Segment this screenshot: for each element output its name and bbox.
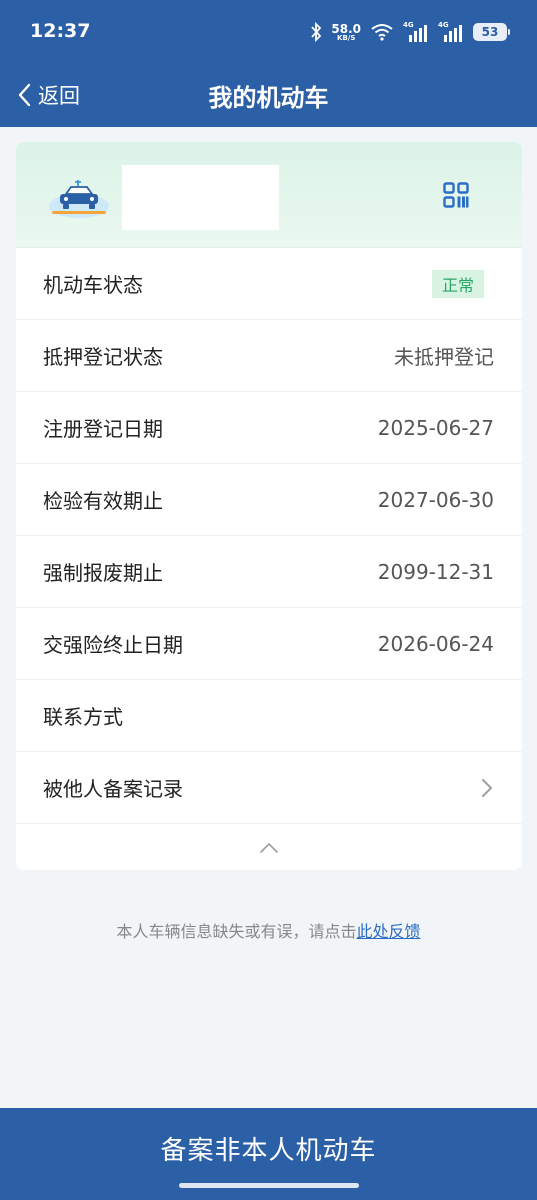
- register-other-vehicle-button[interactable]: 备案非本人机动车: [0, 1108, 537, 1200]
- row-label: 交强险终止日期: [43, 633, 183, 657]
- row-value: 2025-06-27: [377, 415, 494, 440]
- feedback-text: 本人车辆信息缺失或有误，请点击此处反馈: [0, 918, 537, 942]
- chevron-up-icon: [260, 842, 278, 853]
- row-mortgage-status: 抵押登记状态 未抵押登记: [16, 320, 522, 392]
- network-speed: 58.0 KB/S: [331, 21, 361, 42]
- row-label: 被他人备案记录: [43, 777, 183, 801]
- row-value: 未抵押登记: [394, 345, 494, 369]
- car-icon: [49, 180, 109, 218]
- row-label: 检验有效期止: [43, 489, 163, 513]
- feedback-message: 本人车辆信息缺失或有误，请点击: [116, 922, 357, 941]
- app-header: 12:37 58.0 KB/S 4G 4G 53 返回 我的机动车: [0, 0, 537, 127]
- feedback-link[interactable]: 此处反馈: [357, 922, 421, 941]
- status-bar: 12:37 58.0 KB/S 4G 4G 53: [0, 0, 537, 62]
- row-label: 机动车状态: [43, 273, 143, 297]
- signal-icon: 4G: [403, 21, 429, 42]
- vehicle-card-header: [16, 142, 522, 248]
- vehicle-card: 机动车状态 正常 抵押登记状态 未抵押登记 注册登记日期 2025-06-27 …: [16, 142, 522, 870]
- page-title: 我的机动车: [208, 84, 329, 112]
- row-label: 抵押登记状态: [43, 345, 163, 369]
- register-other-vehicle-label: 备案非本人机动车: [160, 1136, 377, 1166]
- row-registration-date: 注册登记日期 2025-06-27: [16, 392, 522, 464]
- row-label: 注册登记日期: [43, 417, 163, 441]
- row-value: 2026-06-24: [377, 631, 494, 656]
- status-icons: 58.0 KB/S 4G 4G 53: [310, 20, 510, 44]
- row-value: 2099-12-31: [377, 559, 494, 584]
- wifi-icon: [371, 24, 393, 41]
- qr-code-icon[interactable]: [443, 182, 469, 208]
- home-indicator: [179, 1183, 359, 1188]
- status-time: 12:37: [30, 20, 91, 42]
- row-inspection-valid-until: 检验有效期止 2027-06-30: [16, 464, 522, 536]
- row-contact: 联系方式: [16, 680, 522, 752]
- row-insurance-end-date: 交强险终止日期 2026-06-24: [16, 608, 522, 680]
- status-badge: 正常: [431, 269, 484, 298]
- license-plate-placeholder: [122, 165, 279, 230]
- row-label: 联系方式: [43, 705, 123, 729]
- row-value: 2027-06-30: [377, 487, 494, 512]
- nav-bar: 返回 我的机动车: [0, 62, 537, 127]
- collapse-toggle[interactable]: [16, 825, 522, 870]
- chevron-right-icon: [482, 778, 492, 797]
- row-scrap-deadline: 强制报废期止 2099-12-31: [16, 536, 522, 608]
- battery-icon: 53: [473, 23, 510, 41]
- signal-icon-2: 4G: [438, 21, 464, 42]
- row-filed-by-others[interactable]: 被他人备案记录: [16, 752, 522, 824]
- bluetooth-icon: [311, 22, 322, 42]
- row-vehicle-status: 机动车状态 正常: [16, 248, 522, 320]
- row-label: 强制报废期止: [43, 561, 163, 585]
